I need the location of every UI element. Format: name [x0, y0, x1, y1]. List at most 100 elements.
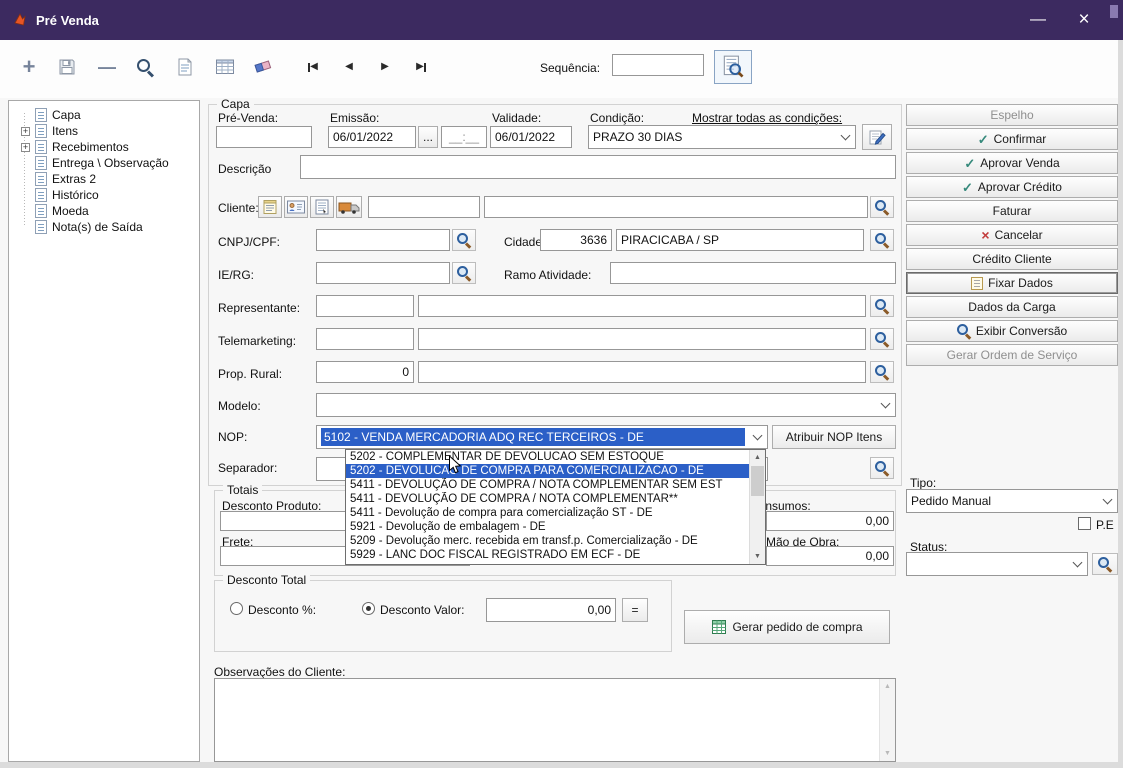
prop-rural-code-input[interactable]	[316, 361, 414, 383]
advanced-search-button[interactable]	[714, 50, 752, 84]
espelho-button[interactable]: Espelho	[906, 104, 1118, 126]
sidebar-item-capa[interactable]: Capa	[19, 107, 81, 123]
cliente-delivery-button[interactable]	[336, 196, 362, 218]
scroll-down-icon[interactable]: ▼	[750, 549, 765, 564]
nop-dropdown-item[interactable]: 5209 - Devolução merc. recebida em trans…	[346, 534, 749, 548]
confirmar-button[interactable]: ✓ Confirmar	[906, 128, 1118, 150]
desconto-percent-radio[interactable]	[230, 602, 243, 615]
pe-checkbox[interactable]	[1078, 517, 1091, 530]
minimize-button[interactable]: —	[1016, 0, 1060, 40]
expand-icon[interactable]: +	[21, 143, 30, 152]
cidade-name-input[interactable]	[616, 229, 864, 251]
close-button[interactable]: ×	[1062, 0, 1106, 40]
ie-search-button[interactable]	[452, 262, 476, 284]
exibir-conversao-button[interactable]: Exibir Conversão	[906, 320, 1118, 342]
credito-cliente-button[interactable]: Crédito Cliente	[906, 248, 1118, 270]
fixar-dados-button[interactable]: Fixar Dados	[906, 272, 1118, 294]
new-record-button[interactable]: +	[14, 52, 44, 82]
save-button[interactable]	[52, 52, 82, 82]
emissao-input[interactable]	[328, 126, 416, 148]
nop-combobox[interactable]: 5102 - VENDA MERCADORIA ADQ REC TERCEIRO…	[316, 425, 768, 449]
cliente-search-button[interactable]	[870, 196, 894, 218]
cnpj-cpf-input[interactable]	[316, 229, 450, 251]
nop-dropdown-item[interactable]: 5202 - COMPLEMENTAR DE DEVOLUCAO SEM EST…	[346, 450, 749, 464]
cliente-code-input[interactable]	[368, 196, 480, 218]
calculate-equals-button[interactable]: =	[622, 598, 648, 622]
edit-condicao-button[interactable]	[862, 124, 892, 150]
chevron-down-icon[interactable]	[748, 426, 767, 448]
telemarketing-search-button[interactable]	[870, 328, 894, 350]
scroll-up-icon[interactable]: ▲	[880, 679, 895, 694]
validade-input[interactable]	[490, 126, 572, 148]
scroll-up-icon[interactable]: ▲	[750, 450, 765, 465]
cliente-note-button[interactable]	[258, 196, 282, 218]
search-button[interactable]	[130, 52, 160, 82]
nav-next-button[interactable]: ▶	[370, 52, 400, 82]
sidebar-item-notas-de-saida[interactable]: Nota(s) de Saída	[19, 219, 143, 235]
expand-icon[interactable]: +	[21, 127, 30, 136]
gerar-ordem-servico-button[interactable]: Gerar Ordem de Serviço	[906, 344, 1118, 366]
sidebar-item-extras-2[interactable]: Extras 2	[19, 171, 96, 187]
representante-name-input[interactable]	[418, 295, 866, 317]
clear-button[interactable]	[248, 52, 278, 82]
nop-dropdown-item[interactable]: 5202 - DEVOLUCAO DE COMPRA PARA COMERCIA…	[346, 464, 749, 478]
descricao-input[interactable]	[300, 155, 896, 179]
cliente-contact-button[interactable]	[284, 196, 308, 218]
sidebar-item-recebimentos[interactable]: + Recebimentos	[19, 139, 129, 155]
representante-code-input[interactable]	[316, 295, 414, 317]
chevron-down-icon[interactable]	[836, 126, 855, 148]
faturar-button[interactable]: Faturar	[906, 200, 1118, 222]
nav-previous-button[interactable]: ◀	[334, 52, 364, 82]
representante-search-button[interactable]	[870, 295, 894, 317]
separador-search-button[interactable]	[870, 457, 894, 479]
aprovar-venda-button[interactable]: ✓ Aprovar Venda	[906, 152, 1118, 174]
cidade-search-button[interactable]	[870, 229, 894, 251]
desconto-valor-input[interactable]	[486, 598, 616, 622]
dados-da-carga-button[interactable]: Dados da Carga	[906, 296, 1118, 318]
nav-last-button[interactable]: ▶	[406, 52, 436, 82]
dropdown-scrollbar[interactable]: ▲ ▼	[749, 450, 765, 564]
report-button[interactable]	[170, 52, 200, 82]
cliente-properties-button[interactable]	[310, 196, 334, 218]
insumos-input[interactable]	[766, 511, 894, 531]
gerar-pedido-compra-button[interactable]: Gerar pedido de compra	[684, 610, 890, 644]
sidebar-item-itens[interactable]: + Itens	[19, 123, 78, 139]
chevron-down-icon[interactable]	[1068, 553, 1087, 575]
cliente-name-input[interactable]	[484, 196, 868, 218]
atribuir-nop-itens-button[interactable]: Atribuir NOP Itens	[772, 425, 896, 449]
chevron-down-icon[interactable]	[1098, 490, 1117, 512]
delete-record-button[interactable]: —	[92, 52, 122, 82]
telemarketing-code-input[interactable]	[316, 328, 414, 350]
prop-rural-name-input[interactable]	[418, 361, 866, 383]
status-search-button[interactable]	[1092, 553, 1118, 575]
emissao-browse-button[interactable]: ...	[418, 126, 438, 148]
cidade-code-input[interactable]	[540, 229, 612, 251]
mao-de-obra-input[interactable]	[766, 546, 894, 566]
condicao-combobox[interactable]: PRAZO 30 DIAS	[588, 125, 856, 149]
status-combobox[interactable]	[906, 552, 1088, 576]
grid-view-button[interactable]	[210, 52, 240, 82]
sidebar-item-entrega-observacao[interactable]: Entrega \ Observação	[19, 155, 169, 171]
nop-dropdown-item[interactable]: 5411 - Devolução de compra para comercia…	[346, 506, 749, 520]
sidebar-item-historico[interactable]: Histórico	[19, 187, 99, 203]
sidebar-item-moeda[interactable]: Moeda	[19, 203, 89, 219]
modelo-combobox[interactable]	[316, 393, 896, 417]
nop-dropdown-item[interactable]: 5929 - LANC DOC FISCAL REGISTRADO EM ECF…	[346, 548, 749, 562]
tipo-combobox[interactable]: Pedido Manual	[906, 489, 1118, 513]
prop-rural-search-button[interactable]	[870, 361, 894, 383]
nop-dropdown-item[interactable]: 5411 - DEVOLUÇÃO DE COMPRA / NOTA COMPLE…	[346, 478, 749, 492]
mostrar-condicoes-link[interactable]: Mostrar todas as condições:	[692, 112, 842, 125]
nop-dropdown-item[interactable]: 5411 - DEVOLUÇÃO DE COMPRA / NOTA COMPLE…	[346, 492, 749, 506]
cancelar-button[interactable]: × Cancelar	[906, 224, 1118, 246]
observacoes-scrollbar[interactable]: ▲ ▼	[879, 679, 895, 761]
ie-rg-input[interactable]	[316, 262, 450, 284]
nop-dropdown-item[interactable]: 5921 - Devolução de embalagem - DE	[346, 520, 749, 534]
scrollbar-thumb[interactable]	[751, 466, 764, 496]
aprovar-credito-button[interactable]: ✓ Aprovar Crédito	[906, 176, 1118, 198]
pre-venda-input[interactable]	[216, 126, 312, 148]
chevron-down-icon[interactable]	[876, 394, 895, 416]
emissao-time-input[interactable]	[441, 126, 487, 148]
telemarketing-name-input[interactable]	[418, 328, 866, 350]
desconto-valor-radio[interactable]	[362, 602, 375, 615]
scroll-down-icon[interactable]: ▼	[880, 746, 895, 761]
